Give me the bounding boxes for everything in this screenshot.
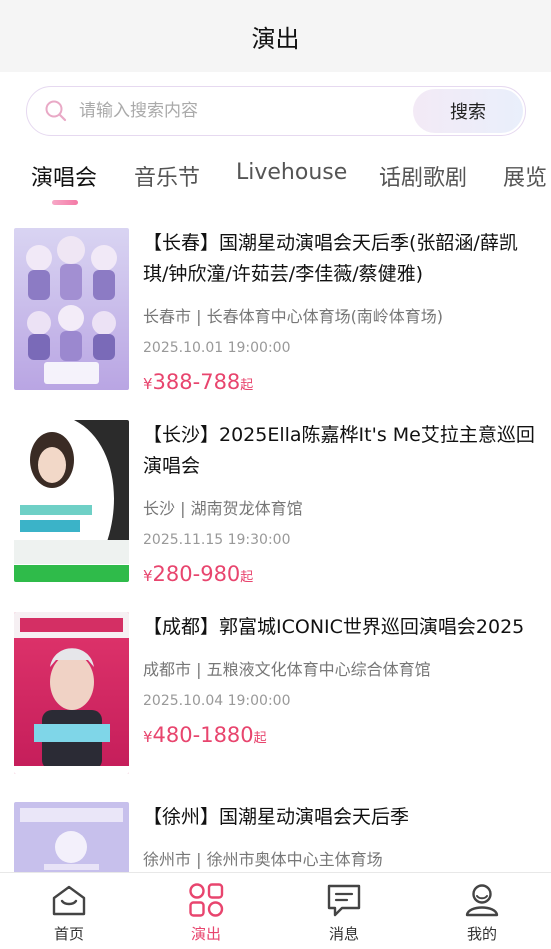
event-poster[interactable] (14, 228, 129, 390)
event-price: ¥480-1880起 (143, 723, 267, 747)
event-title[interactable]: 【长春】国潮星动演唱会天后季(张韶涵/薛凯琪/钟欣潼/许茹芸/李佳薇/蔡健雅) (143, 228, 538, 290)
event-price: ¥280-980起 (143, 562, 254, 586)
list-item[interactable]: 【长春】国潮星动演唱会天后季(张韶涵/薛凯琪/钟欣潼/许茹芸/李佳薇/蔡健雅) … (0, 228, 551, 408)
tab-exhibition[interactable]: 展览 (503, 160, 547, 192)
message-icon (325, 881, 363, 919)
shows-icon (187, 881, 225, 919)
search-icon (43, 98, 69, 124)
top-header: 演出 (0, 0, 551, 72)
event-poster[interactable] (14, 802, 129, 872)
tabbar-messages[interactable]: 消息 (289, 873, 399, 949)
event-time: 2025.10.01 19:00:00 (143, 340, 291, 356)
event-venue: 成都市 | 五粮液文化体育中心综合体育馆 (143, 660, 431, 679)
tab-drama-opera[interactable]: 话剧歌剧 (379, 160, 467, 192)
page-title: 演出 (251, 24, 300, 53)
event-time: 2025.10.04 19:00:00 (143, 693, 291, 709)
tab-livehouse[interactable]: Livehouse (236, 160, 347, 185)
tabbar-shows[interactable]: 演出 (151, 873, 261, 949)
home-icon (50, 881, 88, 919)
profile-icon (463, 881, 501, 919)
event-time: 2025.11.15 19:30:00 (143, 532, 291, 548)
tabbar-home[interactable]: 首页 (14, 873, 124, 949)
category-tabs: 演唱会 音乐节 Livehouse 话剧歌剧 展览 (0, 148, 551, 208)
search-bar[interactable]: 搜索 (26, 86, 526, 136)
event-venue: 长沙 | 湖南贺龙体育馆 (143, 499, 303, 518)
event-poster[interactable] (14, 612, 129, 774)
tabbar-label: 消息 (328, 925, 359, 943)
bottom-tab-bar: 首页 演出 消息 我的 (0, 872, 551, 949)
tabbar-label: 我的 (466, 925, 497, 943)
list-item[interactable]: 【成都】郭富城ICONIC世界巡回演唱会2025 成都市 | 五粮液文化体育中心… (0, 612, 551, 792)
event-title[interactable]: 【长沙】2025Ella陈嘉桦It's Me艾拉主意巡回演唱会 (143, 420, 538, 482)
tab-concert[interactable]: 演唱会 (31, 160, 97, 192)
event-title[interactable]: 【徐州】国潮星动演唱会天后季 (143, 802, 538, 833)
tab-music-festival[interactable]: 音乐节 (134, 160, 200, 192)
event-list: 【长春】国潮星动演唱会天后季(张韶涵/薛凯琪/钟欣潼/许茹芸/李佳薇/蔡健雅) … (0, 228, 551, 872)
event-venue: 徐州市 | 徐州市奥体中心主体育场 (143, 850, 383, 869)
active-tab-indicator (52, 200, 78, 205)
event-poster[interactable] (14, 420, 129, 582)
tabbar-profile[interactable]: 我的 (427, 873, 537, 949)
tabbar-label: 首页 (53, 925, 84, 943)
tabbar-label: 演出 (190, 925, 221, 943)
search-input[interactable] (79, 101, 413, 121)
search-button[interactable]: 搜索 (413, 89, 523, 133)
list-item[interactable]: 【徐州】国潮星动演唱会天后季 徐州市 | 徐州市奥体中心主体育场 (0, 802, 551, 872)
event-price: ¥388-788起 (143, 370, 254, 394)
event-title[interactable]: 【成都】郭富城ICONIC世界巡回演唱会2025 (143, 612, 538, 643)
list-item[interactable]: 【长沙】2025Ella陈嘉桦It's Me艾拉主意巡回演唱会 长沙 | 湖南贺… (0, 420, 551, 600)
event-venue: 长春市 | 长春体育中心体育场(南岭体育场) (143, 307, 444, 326)
